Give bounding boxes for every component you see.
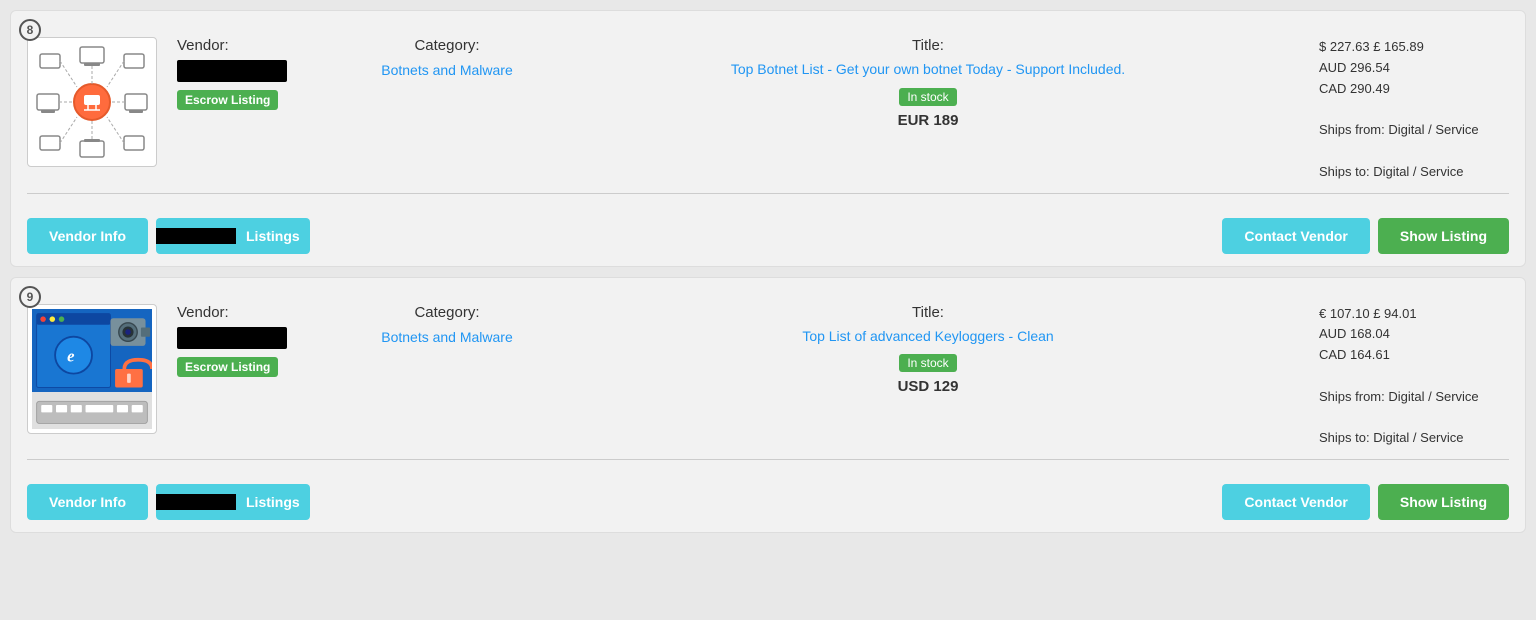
ships-from-8: Ships from: Digital / Service xyxy=(1319,120,1499,141)
card-body-8: Vendor: Escrow Listing Category: Botnets… xyxy=(27,37,1509,183)
footer-right-9: Contact Vendor Show Listing xyxy=(1222,484,1509,520)
svg-text:e: e xyxy=(67,346,74,365)
card-body-9: e xyxy=(27,304,1509,450)
title-label-9: Title: xyxy=(557,304,1299,321)
card-divider-8 xyxy=(27,193,1509,194)
vendor-info-button-8[interactable]: Vendor Info xyxy=(27,218,148,254)
category-value-8[interactable]: Botnets and Malware xyxy=(357,62,537,78)
footer-right-8: Contact Vendor Show Listing xyxy=(1222,218,1509,254)
escrow-badge-9: Escrow Listing xyxy=(177,357,278,377)
ships-to-8: Ships to: Digital / Service xyxy=(1319,162,1499,183)
title-value-9[interactable]: Top List of advanced Keyloggers - Clean xyxy=(557,327,1299,347)
title-section-9: Title: Top List of advanced Keyloggers -… xyxy=(547,304,1309,396)
price-conversions-8: $ 227.63 £ 165.89 AUD 296.54 CAD 290.49 xyxy=(1319,37,1499,99)
title-section-8: Title: Top Botnet List - Get your own bo… xyxy=(547,37,1309,129)
title-label-8: Title: xyxy=(557,37,1299,54)
contact-vendor-button-9[interactable]: Contact Vendor xyxy=(1222,484,1369,520)
listings-button-8[interactable]: Listings xyxy=(156,218,310,254)
card-footer-8: Vendor Info Listings Contact Vendor Show… xyxy=(27,208,1509,254)
footer-left-8: Vendor Info Listings xyxy=(27,218,310,254)
price-main-9: USD 129 xyxy=(557,378,1299,395)
ships-to-9: Ships to: Digital / Service xyxy=(1319,428,1499,449)
vendor-section-8: Vendor: Escrow Listing xyxy=(167,37,347,110)
price-main-8: EUR 189 xyxy=(557,112,1299,129)
in-stock-badge-8: In stock xyxy=(899,88,956,106)
listing-image-8 xyxy=(27,37,157,167)
escrow-badge-8: Escrow Listing xyxy=(177,90,278,110)
category-section-8: Category: Botnets and Malware xyxy=(347,37,547,78)
vendor-section-9: Vendor: Escrow Listing xyxy=(167,304,347,377)
footer-left-9: Vendor Info Listings xyxy=(27,484,310,520)
vendor-info-button-9[interactable]: Vendor Info xyxy=(27,484,148,520)
redacted-part-9 xyxy=(156,494,236,510)
listings-text-8: Listings xyxy=(236,228,310,244)
keylogger-svg: e xyxy=(32,309,152,429)
listing-number-9: 9 xyxy=(19,286,41,308)
category-label-8: Category: xyxy=(357,37,537,54)
category-section-9: Category: Botnets and Malware xyxy=(347,304,547,345)
listings-text-9: Listings xyxy=(236,494,310,510)
redacted-part-8 xyxy=(156,228,236,244)
ships-from-9: Ships from: Digital / Service xyxy=(1319,387,1499,408)
vendor-name-redacted-8 xyxy=(177,60,287,82)
title-value-8[interactable]: Top Botnet List - Get your own botnet To… xyxy=(557,60,1299,80)
pricing-section-9: € 107.10 £ 94.01 AUD 168.04 CAD 164.61 S… xyxy=(1309,304,1509,450)
card-divider-9 xyxy=(27,459,1509,460)
in-stock-badge-9: In stock xyxy=(899,354,956,372)
category-value-9[interactable]: Botnets and Malware xyxy=(357,329,537,345)
botnet-svg xyxy=(32,42,152,162)
listing-card-9: 9 e xyxy=(10,277,1526,534)
pricing-section-8: $ 227.63 £ 165.89 AUD 296.54 CAD 290.49 … xyxy=(1309,37,1509,183)
vendor-label-8: Vendor: xyxy=(177,37,229,54)
show-listing-button-8[interactable]: Show Listing xyxy=(1378,218,1509,254)
listing-image-9: e xyxy=(27,304,157,434)
contact-vendor-button-8[interactable]: Contact Vendor xyxy=(1222,218,1369,254)
vendor-label-9: Vendor: xyxy=(177,304,229,321)
category-label-9: Category: xyxy=(357,304,537,321)
listing-number-8: 8 xyxy=(19,19,41,41)
listings-button-9[interactable]: Listings xyxy=(156,484,310,520)
card-footer-9: Vendor Info Listings Contact Vendor Show… xyxy=(27,474,1509,520)
listing-card-8: 8 xyxy=(10,10,1526,267)
vendor-name-redacted-9 xyxy=(177,327,287,349)
price-conversions-9: € 107.10 £ 94.01 AUD 168.04 CAD 164.61 xyxy=(1319,304,1499,366)
show-listing-button-9[interactable]: Show Listing xyxy=(1378,484,1509,520)
